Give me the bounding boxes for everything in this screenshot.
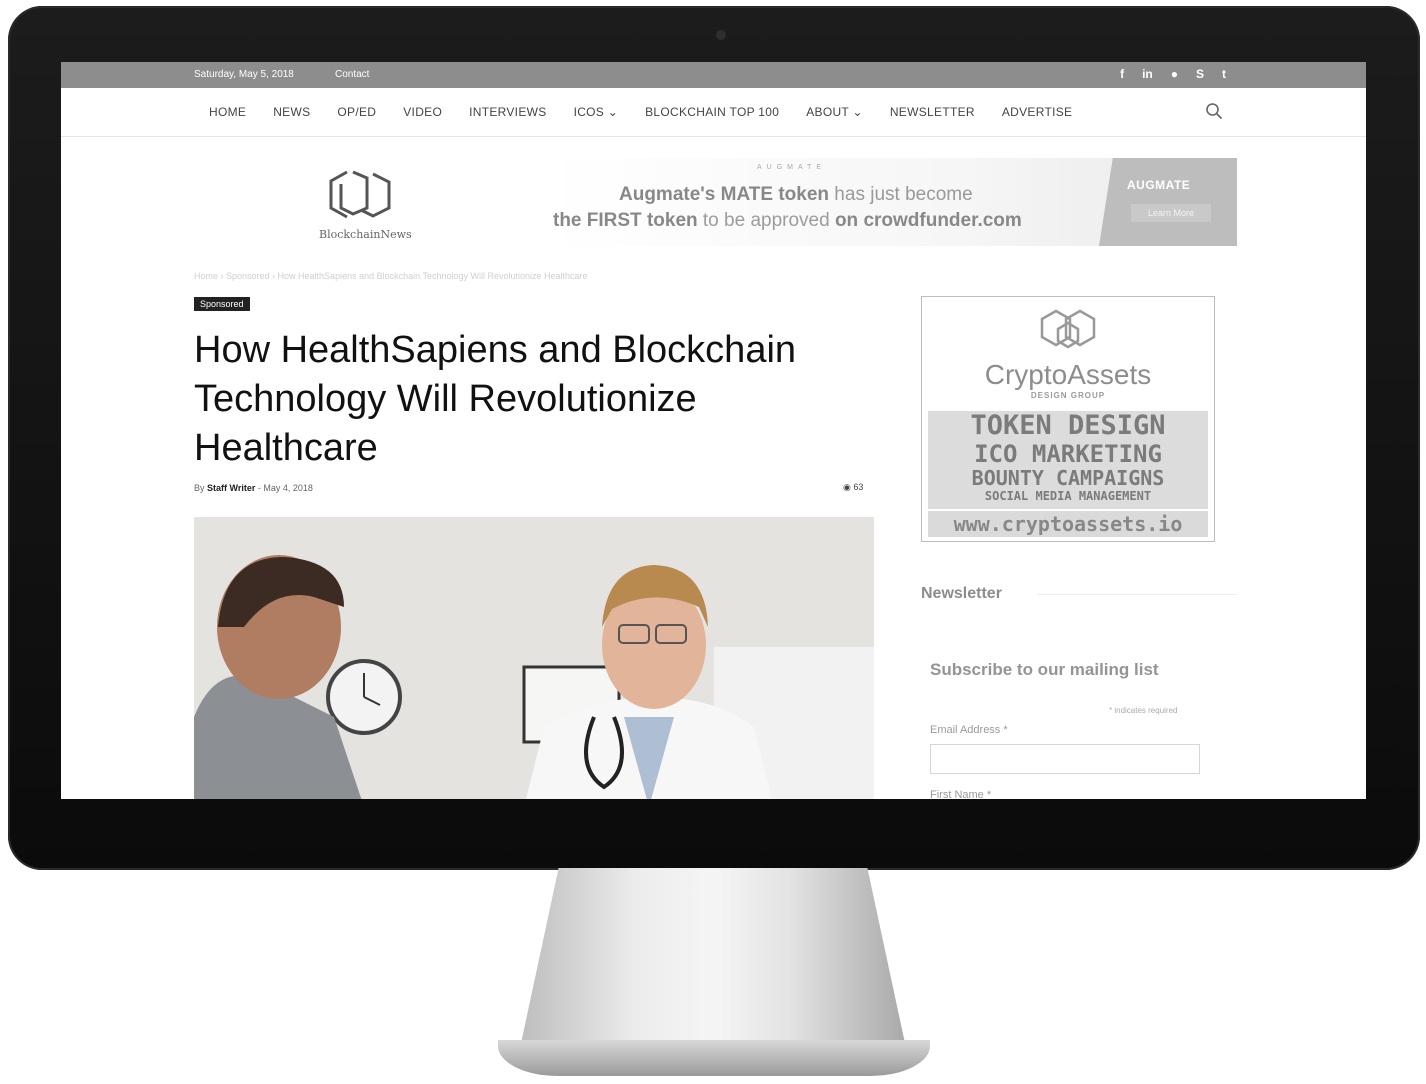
email-field[interactable] <box>930 744 1200 774</box>
current-date: Saturday, May 5, 2018 <box>194 69 294 80</box>
doctor-patient-photo <box>194 517 874 799</box>
first-name-label: First Name * <box>930 789 992 799</box>
contact-link[interactable]: Contact <box>335 69 369 80</box>
breadcrumb[interactable]: Home › Sponsored › How HealthSapiens and… <box>194 271 588 281</box>
nav-item-icos[interactable]: ICOS ⌄ <box>574 105 619 119</box>
newsletter-heading: Newsletter <box>921 585 1002 602</box>
required-note: * indicates required <box>1109 706 1178 715</box>
apple-logo-icon <box>697 812 729 852</box>
camera <box>716 30 726 40</box>
nav-item-interviews[interactable]: INTERVIEWS <box>469 105 546 119</box>
ad-services-block: TOKEN DESIGN ICO MARKETING BOUNTY CAMPAI… <box>928 411 1208 509</box>
nav-item-newsletter[interactable]: NEWSLETTER <box>890 105 975 119</box>
ad-brand-subtitle: DESIGN GROUP <box>1030 391 1106 400</box>
ad-tag: AUGMATE <box>757 164 827 171</box>
site-logo-text: BlockchainNews <box>319 228 412 241</box>
reddit-icon[interactable]: ● <box>1171 67 1178 81</box>
nav-item-video[interactable]: VIDEO <box>403 105 442 119</box>
nav-item-blockchain-top-100[interactable]: BLOCKCHAIN TOP 100 <box>645 105 779 119</box>
nav-item-home[interactable]: HOME <box>209 105 246 119</box>
article-hero-image <box>194 517 874 799</box>
twitter-icon[interactable]: t <box>1222 67 1226 81</box>
ad-cta-panel[interactable]: AUGMATE Learn More <box>1099 158 1237 246</box>
ad-url: www.cryptoassets.io <box>928 511 1208 537</box>
facebook-icon[interactable]: f <box>1120 67 1124 81</box>
main-nav: HOME NEWS OP/ED VIDEO INTERVIEWS ICOS ⌄ … <box>61 88 1366 137</box>
monitor-stand-base <box>498 1040 930 1076</box>
ad-brand: AUGMATE <box>1127 178 1191 192</box>
article-date: May 4, 2018 <box>263 483 313 493</box>
nav-item-oped[interactable]: OP/ED <box>337 105 376 119</box>
learn-more-button[interactable]: Learn More <box>1131 204 1211 222</box>
sidebar-ad-cryptoassets[interactable]: CryptoAssets DESIGN GROUP TOKEN DESIGN I… <box>921 296 1215 542</box>
header-ad-banner[interactable]: AUGMATE Augmate's MATE token has just be… <box>547 158 1237 246</box>
social-links: f in ● S t <box>1120 67 1226 81</box>
email-label: Email Address * <box>930 724 1008 736</box>
subscribe-heading: Subscribe to our mailing list <box>930 660 1159 679</box>
ad-headline-1: Augmate's MATE token has just become <box>619 184 973 205</box>
author-link[interactable]: Staff Writer <box>207 483 255 493</box>
search-icon[interactable] <box>1205 102 1223 120</box>
ad-headline-2: the FIRST token to be approved on crowdf… <box>553 210 1022 231</box>
cryptoassets-logo-icon <box>1040 309 1096 349</box>
browser-screen: Saturday, May 5, 2018 Contact f in ● S t… <box>61 62 1366 799</box>
skype-icon[interactable]: S <box>1196 67 1204 81</box>
linkedin-icon[interactable]: in <box>1142 67 1153 81</box>
article-title: How HealthSapiens and Blockchain Technol… <box>194 329 797 469</box>
monitor-stand <box>520 868 906 1048</box>
eye-icon: ◉ <box>843 482 851 492</box>
nav-item-news[interactable]: NEWS <box>273 105 310 119</box>
article-byline: By Staff Writer - May 4, 2018 <box>194 483 313 493</box>
view-count: ◉ 63 <box>843 482 864 492</box>
nav-item-about[interactable]: ABOUT ⌄ <box>806 105 863 119</box>
top-bar: Saturday, May 5, 2018 Contact f in ● S t <box>61 62 1366 88</box>
category-badge[interactable]: Sponsored <box>194 297 250 311</box>
nav-item-advertise[interactable]: ADVERTISE <box>1002 105 1073 119</box>
divider <box>1037 594 1237 595</box>
ad-brand-name: CryptoAssets <box>984 359 1152 390</box>
